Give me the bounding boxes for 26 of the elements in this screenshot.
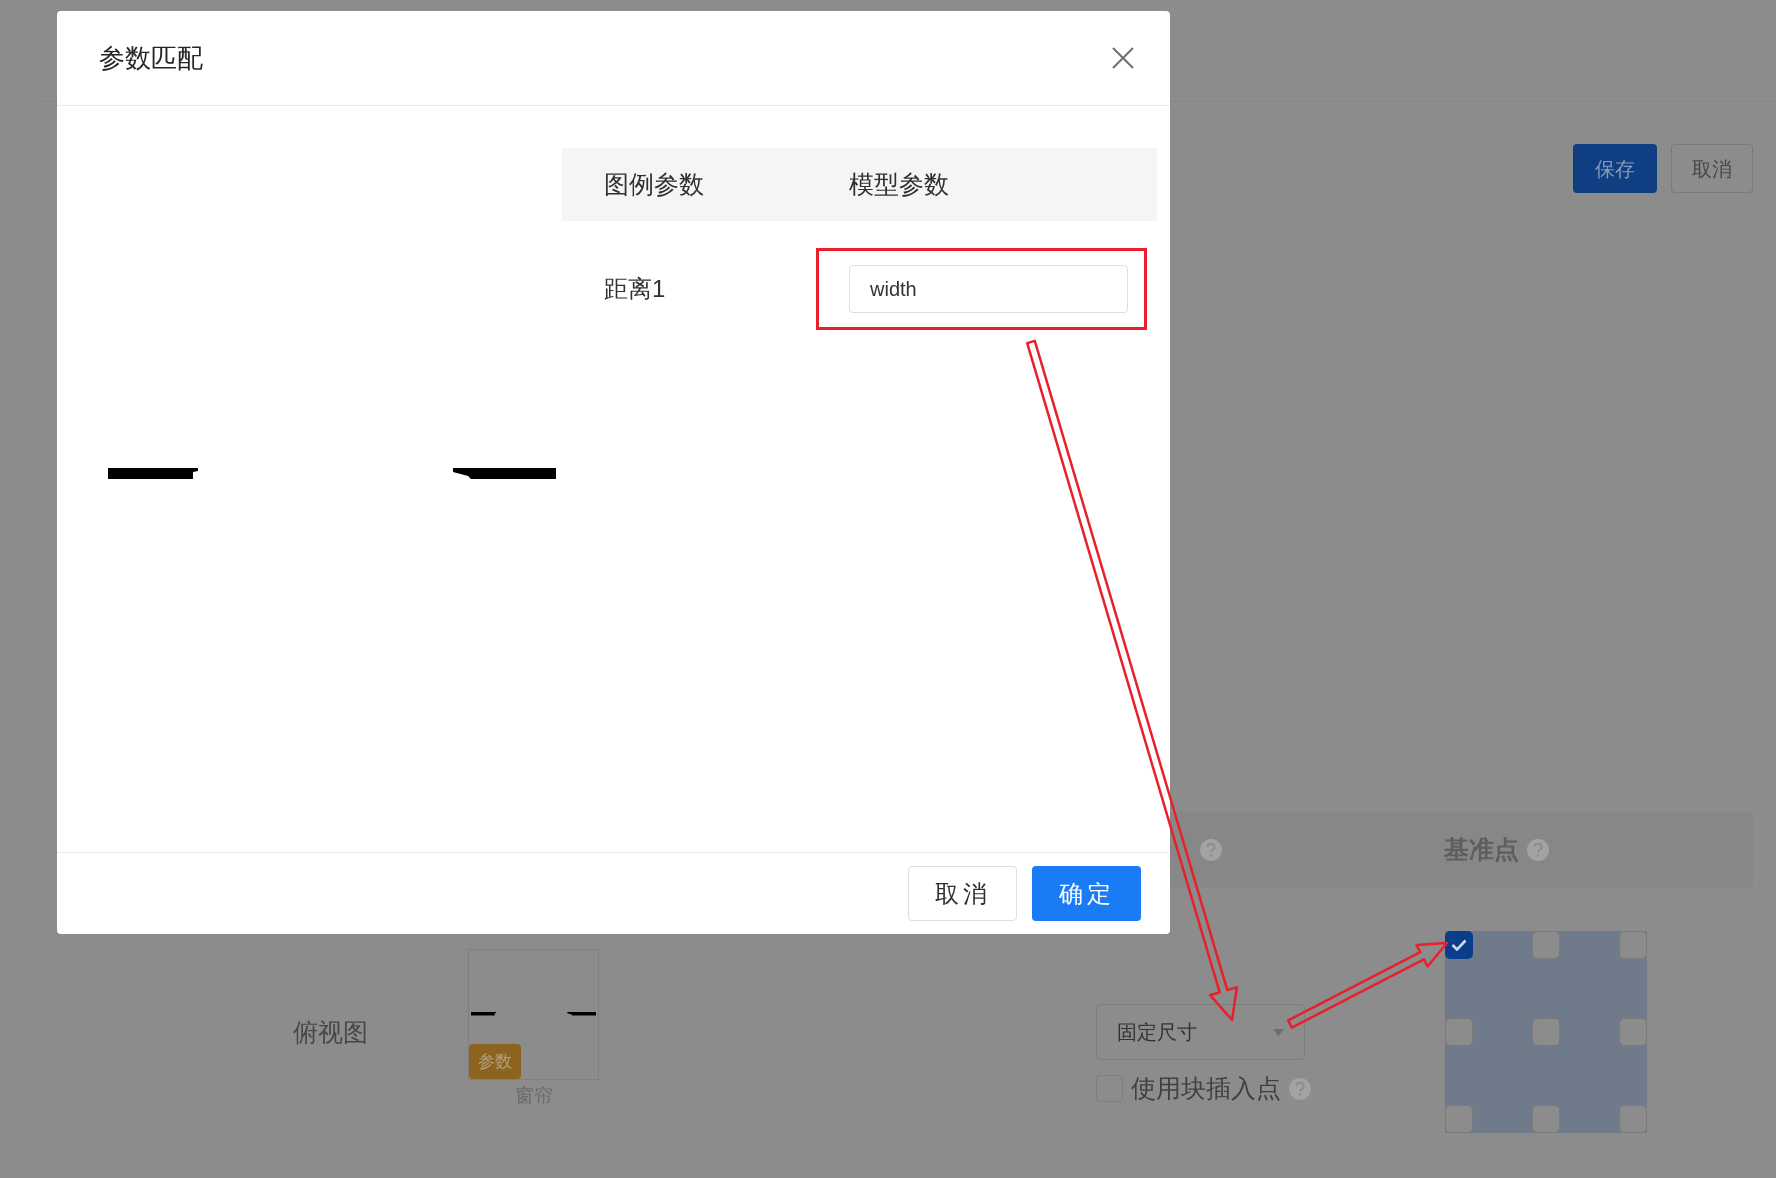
base-point-checkbox[interactable]	[1532, 1105, 1560, 1133]
checkbox-label: 使用块插入点	[1131, 1073, 1281, 1104]
base-point-checkbox[interactable]	[1532, 1018, 1560, 1046]
save-button[interactable]: 保存	[1573, 144, 1657, 193]
base-point-checkbox[interactable]	[1619, 1018, 1647, 1046]
base-point-checkbox[interactable]	[1445, 1018, 1473, 1046]
view-label: 俯视图	[293, 1017, 369, 1048]
confirm-button[interactable]: 确定	[1032, 866, 1141, 921]
size-mode-select[interactable]: 固定尺寸	[1096, 1004, 1305, 1060]
base-point-checkbox[interactable]	[1445, 1105, 1473, 1133]
column-header: 模型参数	[849, 168, 949, 200]
base-point-checkbox[interactable]	[1619, 1105, 1647, 1133]
base-point-checkbox[interactable]	[1619, 931, 1647, 959]
column-header: 图例参数	[603, 168, 705, 200]
cancel-button[interactable]: 取消	[1671, 144, 1753, 193]
base-point-checkbox[interactable]	[1532, 931, 1560, 959]
check-icon	[1451, 939, 1467, 951]
thumbnail-card[interactable]: 参数	[468, 949, 599, 1080]
close-icon[interactable]	[1112, 47, 1134, 69]
caret-icon	[1273, 1028, 1284, 1036]
model-parameter-field[interactable]: width	[849, 265, 1128, 313]
dialog-title: 参数匹配	[99, 41, 203, 75]
legend-parameter: 距离1	[603, 274, 667, 304]
cancel-button[interactable]: 取消	[908, 866, 1017, 921]
parameter-badge: 参数	[469, 1044, 521, 1079]
base-point-checkbox[interactable]	[1445, 931, 1473, 959]
